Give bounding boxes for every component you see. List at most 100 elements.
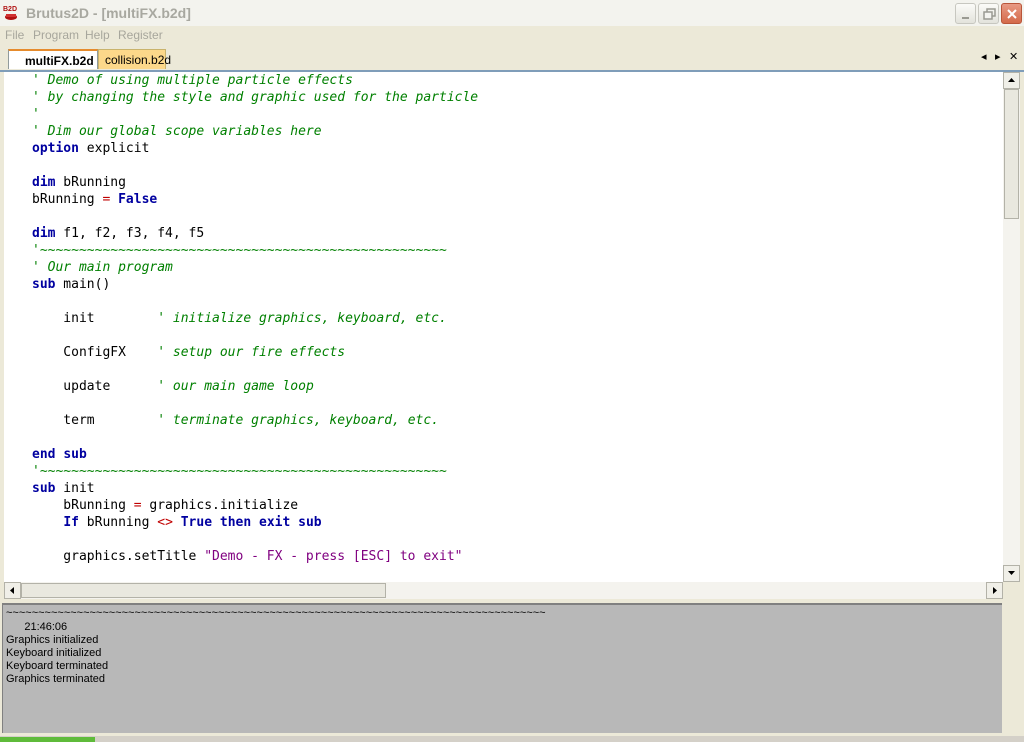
code-token: False — [118, 192, 158, 207]
code-line[interactable] — [32, 429, 478, 446]
code-line[interactable]: end sub — [32, 446, 478, 463]
code-line[interactable]: graphics.setTitle "Demo - FX - press [ES… — [32, 548, 478, 565]
window-title: Brutus2D - [multiFX.b2d] — [26, 5, 191, 21]
code-token: bRunning — [55, 175, 126, 190]
code-token: = — [133, 498, 142, 513]
code-token: If — [63, 515, 79, 530]
code-token: dim — [32, 175, 56, 190]
tab-close-icon[interactable]: ✕ — [1009, 50, 1018, 63]
code-token: main() — [55, 277, 111, 292]
horizontal-scroll-thumb[interactable] — [21, 583, 386, 598]
code-line[interactable]: option explicit — [32, 140, 478, 157]
code-line[interactable]: ' Dim our global scope variables here — [32, 123, 478, 140]
menu-register[interactable]: Register — [118, 28, 163, 42]
code-line[interactable]: dim f1, f2, f3, f4, f5 — [32, 225, 478, 242]
scroll-up-button[interactable] — [1003, 72, 1020, 89]
code-text[interactable]: ' Demo of using multiple particle effect… — [32, 72, 478, 565]
code-token: sub — [32, 481, 56, 496]
code-token: graphics.initialize — [141, 498, 299, 513]
code-token: ' our main game loop — [157, 379, 314, 394]
code-token: init — [55, 481, 95, 496]
code-line[interactable]: update ' our main game loop — [32, 378, 478, 395]
close-button[interactable] — [1001, 3, 1022, 24]
code-token: bRunning — [78, 515, 158, 530]
code-line[interactable]: ' — [32, 106, 478, 123]
code-token: then — [219, 515, 252, 530]
svg-text:B2D: B2D — [3, 6, 17, 13]
code-token: graphics.setTitle — [32, 549, 205, 564]
tab-next-icon[interactable]: ▸ — [995, 50, 1001, 63]
app-logo-icon: B2D — [3, 4, 19, 22]
code-token: ' initialize graphics, keyboard, etc. — [157, 311, 447, 326]
minimize-button[interactable] — [955, 3, 976, 24]
code-line[interactable] — [32, 361, 478, 378]
code-line[interactable] — [32, 293, 478, 310]
status-strip — [0, 736, 1024, 742]
code-token: ' terminate graphics, keyboard, etc. — [157, 413, 439, 428]
code-line[interactable] — [32, 531, 478, 548]
code-token: ' Dim our global scope variables here — [32, 124, 322, 139]
output-line: Keyboard terminated — [6, 660, 109, 672]
code-line[interactable]: dim bRunning — [32, 174, 478, 191]
code-line[interactable] — [32, 327, 478, 344]
code-token: '~~~~~~~~~~~~~~~~~~~~~~~~~~~~~~~~~~~~~~~… — [32, 243, 447, 258]
scroll-down-button[interactable] — [1003, 565, 1020, 582]
code-token: explicit — [78, 141, 150, 156]
scroll-left-button[interactable] — [4, 582, 21, 599]
output-panel[interactable]: ~~~~~~~~~~~~~~~~~~~~~~~~~~~~~~~~~~~~~~~~… — [2, 603, 1002, 733]
code-token: sub — [298, 515, 322, 530]
code-line[interactable]: bRunning = False — [32, 191, 478, 208]
code-line[interactable]: bRunning = graphics.initialize — [32, 497, 478, 514]
horizontal-scrollbar[interactable] — [4, 582, 1003, 599]
tab-prev-icon[interactable]: ◂ — [981, 50, 987, 63]
scroll-right-button[interactable] — [986, 582, 1003, 599]
output-line: Graphics terminated — [6, 673, 106, 685]
menu-help[interactable]: Help — [85, 28, 110, 42]
code-line[interactable]: If bRunning <> True then exit sub — [32, 514, 478, 531]
code-line[interactable]: ' Our main program — [32, 259, 478, 276]
code-line[interactable]: term ' terminate graphics, keyboard, etc… — [32, 412, 478, 429]
code-token: f1, f2, f3, f4, f5 — [55, 226, 205, 241]
code-line[interactable] — [32, 208, 478, 225]
restore-button[interactable] — [978, 3, 999, 24]
code-line[interactable] — [32, 395, 478, 412]
code-editor[interactable]: ' Demo of using multiple particle effect… — [4, 72, 1003, 582]
menu-bar: File Program Help Register — [0, 26, 1024, 46]
tab-multifx[interactable]: multiFX.b2d — [8, 49, 98, 69]
output-line: ~~~~~~~~~~~~~~~~~~~~~~~~~~~~~~~~~~~~~~~~… — [6, 607, 546, 619]
code-token: end — [32, 447, 56, 462]
code-token: ' Demo of using multiple particle effect… — [32, 73, 353, 88]
output-line: Graphics initialized — [6, 634, 99, 646]
title-bar: B2D Brutus2D - [multiFX.b2d] — [0, 0, 1024, 27]
code-token: True — [180, 515, 213, 530]
code-line[interactable]: '~~~~~~~~~~~~~~~~~~~~~~~~~~~~~~~~~~~~~~~… — [32, 463, 478, 480]
code-line[interactable]: ' Demo of using multiple particle effect… — [32, 72, 478, 89]
code-token: init — [32, 311, 158, 326]
code-token: "Demo - FX - press [ESC] to exit" — [204, 549, 463, 564]
code-token: update — [32, 379, 158, 394]
code-line[interactable]: ConfigFX ' setup our fire effects — [32, 344, 478, 361]
code-token: ' — [32, 107, 40, 122]
code-token: ConfigFX — [32, 345, 158, 360]
tab-collision[interactable]: collision.b2d — [98, 49, 171, 69]
code-line[interactable]: sub main() — [32, 276, 478, 293]
code-token: bRunning — [32, 498, 134, 513]
code-line[interactable]: ' by changing the style and graphic used… — [32, 89, 478, 106]
vertical-scroll-thumb[interactable] — [1004, 89, 1019, 219]
code-line[interactable]: sub init — [32, 480, 478, 497]
output-line: Keyboard initialized — [6, 647, 102, 659]
code-line[interactable]: '~~~~~~~~~~~~~~~~~~~~~~~~~~~~~~~~~~~~~~~… — [32, 242, 478, 259]
code-token: dim — [32, 226, 56, 241]
code-token: sub — [32, 277, 56, 292]
code-line[interactable] — [32, 157, 478, 174]
code-line[interactable]: init ' initialize graphics, keyboard, et… — [32, 310, 478, 327]
vertical-scrollbar[interactable] — [1003, 72, 1020, 582]
menu-program[interactable]: Program — [33, 28, 79, 42]
menu-file[interactable]: File — [5, 28, 24, 42]
